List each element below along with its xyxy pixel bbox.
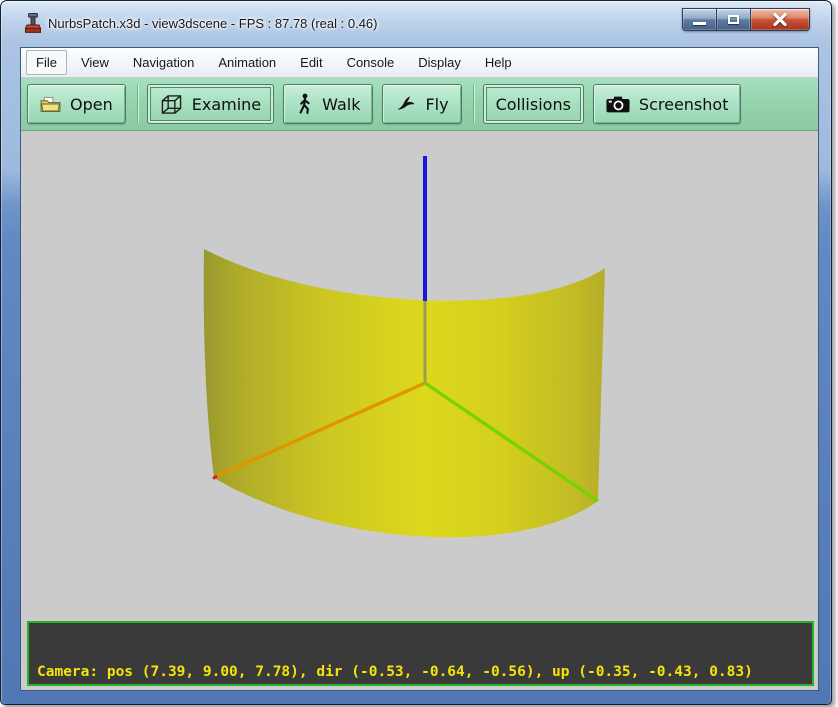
status-camera-line: Camera: pos (7.39, 9.00, 7.78), dir (-0.… xyxy=(37,663,804,681)
menu-view[interactable]: View xyxy=(71,50,119,75)
walk-label: Walk xyxy=(322,95,360,114)
folder-open-icon xyxy=(40,96,61,113)
toolbar-separator xyxy=(137,85,139,123)
status-panel: Camera: pos (7.39, 9.00, 7.78), dir (-0.… xyxy=(27,621,814,686)
app-window: NurbsPatch.x3d - view3dscene - FPS : 87.… xyxy=(0,0,832,705)
app-icon xyxy=(24,13,42,34)
maximize-button[interactable] xyxy=(716,8,750,31)
menu-help[interactable]: Help xyxy=(475,50,522,75)
bird-icon xyxy=(395,94,416,114)
walk-button[interactable]: Walk xyxy=(283,84,373,124)
toolbar-separator xyxy=(473,85,475,123)
minimize-button[interactable] xyxy=(682,8,716,31)
menu-display[interactable]: Display xyxy=(408,50,471,75)
titlebar[interactable]: NurbsPatch.x3d - view3dscene - FPS : 87.… xyxy=(1,1,831,47)
examine-button[interactable]: Examine xyxy=(147,84,274,124)
menu-navigation[interactable]: Navigation xyxy=(123,50,204,75)
collisions-label: Collisions xyxy=(496,95,571,114)
window-title: NurbsPatch.x3d - view3dscene - FPS : 87.… xyxy=(48,16,378,31)
open-button[interactable]: Open xyxy=(27,84,126,124)
client-area: File View Navigation Animation Edit Cons… xyxy=(20,47,819,691)
cube-wireframe-icon xyxy=(160,94,183,115)
scene-canvas xyxy=(21,131,818,690)
fly-button[interactable]: Fly xyxy=(382,84,461,124)
close-button[interactable] xyxy=(750,8,810,31)
viewport-3d[interactable]: Camera: pos (7.39, 9.00, 7.78), dir (-0.… xyxy=(21,131,818,690)
menubar: File View Navigation Animation Edit Cons… xyxy=(21,48,818,78)
menu-file[interactable]: File xyxy=(26,50,67,75)
menu-edit[interactable]: Edit xyxy=(290,50,332,75)
menu-animation[interactable]: Animation xyxy=(208,50,286,75)
fly-label: Fly xyxy=(425,95,448,114)
menu-console[interactable]: Console xyxy=(337,50,405,75)
walking-person-icon xyxy=(296,93,313,115)
camera-icon xyxy=(606,96,630,113)
maximize-icon xyxy=(728,15,739,24)
examine-label: Examine xyxy=(192,95,261,114)
toolbar: Open Examine xyxy=(21,78,818,131)
caption-buttons xyxy=(682,8,810,31)
screenshot-button[interactable]: Screenshot xyxy=(593,84,742,124)
collisions-button[interactable]: Collisions xyxy=(483,84,584,124)
screenshot-label: Screenshot xyxy=(639,95,729,114)
open-label: Open xyxy=(70,95,113,114)
minimize-icon xyxy=(693,22,706,25)
axis-x-tip xyxy=(213,476,217,479)
close-icon xyxy=(769,12,791,27)
